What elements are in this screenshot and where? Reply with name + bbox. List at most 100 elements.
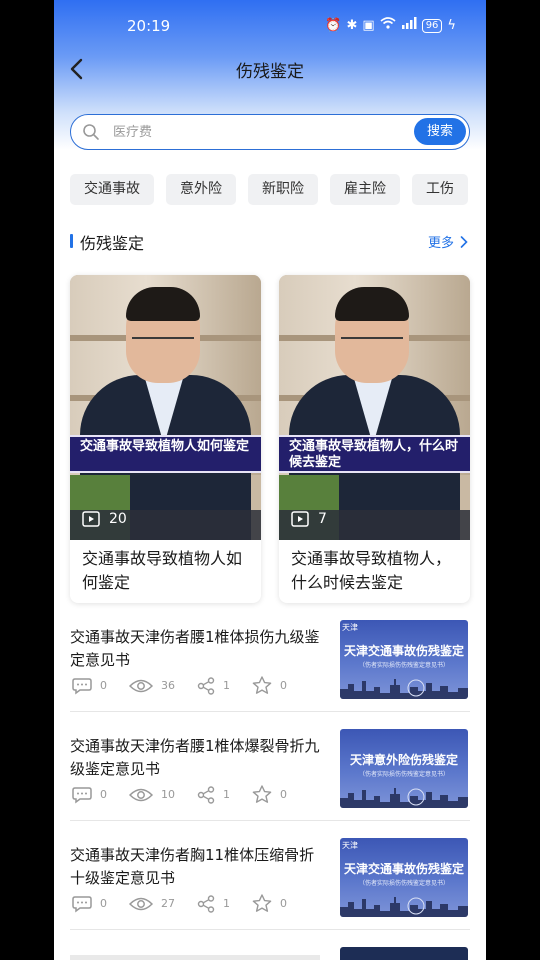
- status-time: 20:19: [127, 17, 171, 35]
- thumb-subtitle: （伤者实际损伤伤残鉴定意见书）: [358, 771, 449, 778]
- article-thumbnail: 天津意外险伤残鉴定 （伤者实际损伤伤残鉴定意见书）: [340, 729, 468, 808]
- star-icon: [252, 785, 272, 803]
- section-accent-bar: [70, 234, 73, 248]
- thumb-title: 天津意外险伤残鉴定: [349, 753, 458, 767]
- view-count: 36: [161, 679, 175, 692]
- star-icon: [252, 676, 272, 694]
- share-stat[interactable]: 1: [197, 676, 230, 695]
- thumb-title: 天津交通事故伤残鉴定: [343, 862, 464, 876]
- eye-icon: [129, 897, 153, 910]
- play-count: 20: [109, 511, 127, 527]
- city-skyline-image: [340, 679, 468, 699]
- search-input[interactable]: [113, 122, 403, 142]
- video-title: 交通事故导致植物人如何鉴定: [82, 549, 243, 592]
- comment-icon: [72, 677, 92, 694]
- section-title: 伤残鉴定: [80, 234, 145, 253]
- article-item-partial[interactable]: [70, 945, 470, 960]
- category-chip[interactable]: 意外险: [166, 174, 236, 205]
- category-chip[interactable]: 交通事故: [70, 174, 154, 205]
- comment-stat[interactable]: 0: [72, 677, 107, 695]
- share-icon: [197, 785, 215, 804]
- article-title: 交通事故天津伤者腰1椎体损伤九级鉴定意见书: [70, 628, 320, 669]
- video-play-icon: [291, 511, 309, 527]
- article-item[interactable]: 交通事故天津伤者腰1椎体损伤九级鉴定意见书 0 36 1 0 天津 天津交通事故…: [70, 620, 470, 730]
- comment-stat[interactable]: 0: [72, 786, 107, 804]
- bluetooth-icon: ✱: [346, 17, 358, 33]
- article-item[interactable]: 交通事故天津伤者胸11椎体压缩骨折十级鉴定意见书 0 27 1 0 天津 天津交…: [70, 838, 470, 948]
- comment-icon: [72, 895, 92, 912]
- partial-title-line: [70, 955, 320, 960]
- divider: [70, 929, 470, 930]
- video-thumbnail: 交通事故导致植物人如何鉴定 20: [70, 275, 261, 540]
- nav-bar: 伤残鉴定: [54, 48, 486, 90]
- search-bar: 搜索: [70, 114, 470, 150]
- category-chip[interactable]: 新职险: [248, 174, 318, 205]
- video-thumbnail: 交通事故导致植物人，什么时候去鉴定 7: [279, 275, 470, 540]
- star-count: 0: [280, 788, 287, 801]
- share-count: 1: [223, 788, 230, 801]
- video-caption: 交通事故导致植物人，什么时候去鉴定: [279, 435, 470, 473]
- eye-icon: [129, 788, 153, 801]
- hd-icon: ▣: [362, 17, 375, 33]
- comment-count: 0: [100, 788, 107, 801]
- article-stats: 0 27 1 0: [72, 894, 309, 913]
- comment-stat[interactable]: 0: [72, 895, 107, 913]
- share-stat[interactable]: 1: [197, 785, 230, 804]
- thumb-title: 天津交通事故伤残鉴定: [343, 644, 464, 658]
- search-icon: [83, 124, 99, 140]
- view-count: 10: [161, 788, 175, 801]
- divider: [70, 711, 470, 712]
- eye-icon: [129, 679, 153, 692]
- comment-count: 0: [100, 679, 107, 692]
- star-icon: [252, 894, 272, 912]
- category-chip[interactable]: 工伤: [412, 174, 468, 205]
- view-stat: 27: [129, 896, 175, 912]
- article-item[interactable]: 交通事故天津伤者腰1椎体爆裂骨折九级鉴定意见书 0 10 1 0 天津意外险伤残…: [70, 729, 470, 839]
- share-count: 1: [223, 897, 230, 910]
- more-link[interactable]: 更多: [428, 232, 468, 251]
- star-stat[interactable]: 0: [252, 676, 287, 695]
- video-caption: 交通事故导致植物人如何鉴定: [70, 435, 261, 473]
- video-card[interactable]: 交通事故导致植物人如何鉴定 20 交通事故导致植物人如何鉴定: [70, 275, 261, 603]
- article-stats: 0 10 1 0: [72, 785, 309, 804]
- article-title: 交通事故天津伤者腰1椎体爆裂骨折九级鉴定意见书: [70, 737, 320, 778]
- star-stat[interactable]: 0: [252, 894, 287, 913]
- signal-icon: [401, 17, 417, 34]
- category-chips: 交通事故 意外险 新职险 雇主险 工伤: [70, 174, 468, 205]
- charging-icon: ϟ: [447, 17, 456, 33]
- view-stat: 10: [129, 787, 175, 803]
- search-button[interactable]: 搜索: [414, 118, 466, 145]
- star-stat[interactable]: 0: [252, 785, 287, 804]
- video-play-count: 20: [82, 511, 127, 527]
- star-count: 0: [280, 679, 287, 692]
- status-icons: ⏰ ✱ ▣ 96 ϟ: [325, 17, 456, 34]
- wifi-icon: [380, 17, 396, 34]
- page-title: 伤残鉴定: [236, 62, 304, 82]
- comment-count: 0: [100, 897, 107, 910]
- share-icon: [197, 676, 215, 695]
- view-stat: 36: [129, 678, 175, 694]
- star-count: 0: [280, 897, 287, 910]
- partial-thumbnail: [340, 947, 468, 960]
- city-skyline-image: [340, 788, 468, 808]
- divider: [70, 820, 470, 821]
- video-play-icon: [82, 511, 100, 527]
- share-stat[interactable]: 1: [197, 894, 230, 913]
- city-skyline-image: [340, 897, 468, 917]
- video-play-count: 7: [291, 511, 327, 527]
- article-stats: 0 36 1 0: [72, 676, 309, 695]
- thumb-tag: 天津: [342, 841, 358, 850]
- comment-icon: [72, 786, 92, 803]
- thumb-tag: 天津: [342, 623, 358, 632]
- view-count: 27: [161, 897, 175, 910]
- share-icon: [197, 894, 215, 913]
- video-card[interactable]: 交通事故导致植物人，什么时候去鉴定 7 交通事故导致植物人，什么时候去鉴定: [279, 275, 470, 603]
- app-screen: 20:19 ⏰ ✱ ▣ 96 ϟ 伤残鉴定 搜索 交通事故 意外险 新职险 雇主…: [54, 0, 486, 960]
- article-title: 交通事故天津伤者胸11椎体压缩骨折十级鉴定意见书: [70, 846, 315, 887]
- thumb-subtitle: （伤者实际损伤伤残鉴定意见书）: [358, 662, 449, 669]
- video-title: 交通事故导致植物人，什么时候去鉴定: [291, 549, 452, 592]
- section-header: 伤残鉴定 更多: [70, 229, 470, 253]
- play-count: 7: [318, 511, 327, 527]
- category-chip[interactable]: 雇主险: [330, 174, 400, 205]
- article-thumbnail: 天津 天津交通事故伤残鉴定 （伤者实际损伤伤残鉴定意见书）: [340, 838, 468, 917]
